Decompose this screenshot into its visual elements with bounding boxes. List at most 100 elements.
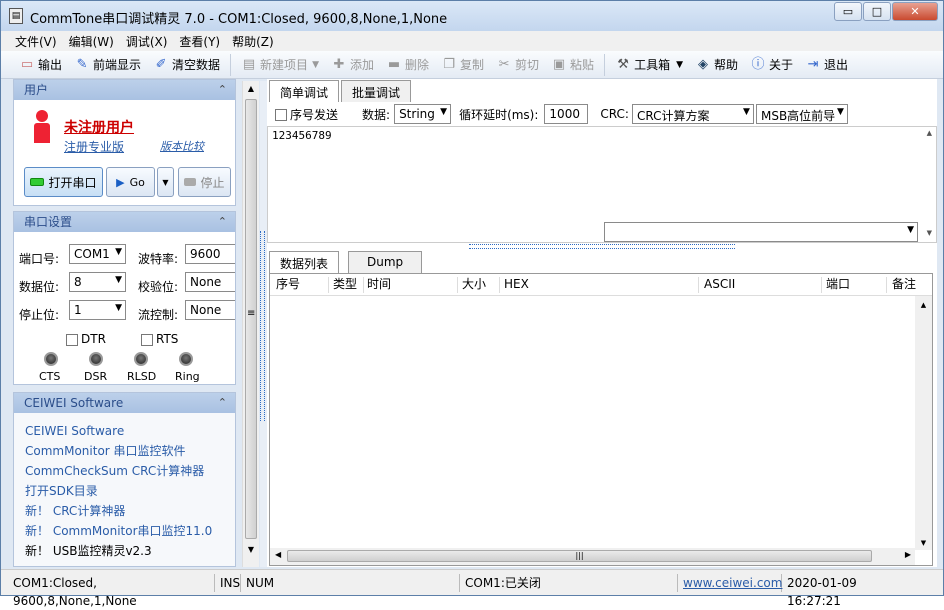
exit-icon: ⇥ — [807, 56, 819, 72]
left-scrollbar[interactable]: ▲ ▼ — [242, 81, 259, 567]
clear-data-button[interactable]: ✐ 清空数据 — [147, 53, 226, 77]
help-button[interactable]: ◈ 帮助 — [689, 53, 744, 77]
cut-button[interactable]: ✂ 剪切 — [490, 53, 545, 77]
scroll-down-icon[interactable]: ▼ — [927, 229, 932, 237]
register-pro-link[interactable]: 注册专业版 — [64, 138, 124, 155]
status-bar: COM1:Closed, 9600,8,None,1,None INS NUM … — [1, 569, 943, 608]
new-item-button[interactable]: ▤ 新建项目 ▼ — [235, 53, 325, 77]
port-select[interactable]: COM1 ▼ — [69, 244, 126, 264]
maximize-button[interactable]: □ — [863, 2, 891, 21]
menu-view[interactable]: 查看(Y) — [173, 31, 226, 51]
scroll-left-icon[interactable]: ◀ — [275, 550, 281, 559]
open-port-button[interactable]: 打开串口 — [24, 167, 103, 197]
send-text-area[interactable]: 123456789 ▼ ▲ ▼ — [267, 126, 937, 243]
website-link[interactable]: www.ceiwei.com — [678, 573, 782, 592]
status-connection: COM1:Closed, 9600,8,None,1,None — [1, 573, 215, 608]
data-type-select[interactable]: String ▼ — [394, 104, 452, 124]
collapse-icon[interactable]: ⌃ — [218, 393, 227, 413]
menu-file[interactable]: 文件(V) — [9, 31, 63, 51]
stopbits-select[interactable]: 1 ▼ — [69, 300, 126, 320]
splitter-grip-icon[interactable]: ≡ — [247, 308, 255, 319]
left-sidebar: 用户 ⌃ 未注册用户 注册专业版 版本比较 打开串口 ▶ Go ▼ 停止 串口设… — [13, 79, 236, 567]
toolbox-button[interactable]: ⚒ 工具箱 ▼ — [609, 53, 689, 77]
col-port[interactable]: 端口 — [826, 274, 850, 294]
col-time[interactable]: 时间 — [367, 274, 391, 294]
databits-select[interactable]: 8 ▼ — [69, 272, 126, 292]
dtr-checkbox[interactable]: DTR — [66, 332, 106, 346]
send-history-select[interactable]: ▼ — [604, 222, 918, 242]
version-compare-link[interactable]: 版本比较 — [160, 138, 204, 154]
flow-select[interactable]: None — [185, 300, 235, 320]
link-sdk[interactable]: 打开SDK目录 — [25, 481, 212, 501]
toolbar: ▭ 输出 ✎ 前端显示 ✐ 清空数据 ▤ 新建项目 ▼ ✚ 添加 ▬ 删除 ❐ 复制 ✂ 剪切 ▣… — [1, 51, 943, 79]
scroll-up-icon[interactable]: ▲ — [927, 129, 932, 137]
go-button[interactable]: ▶ Go — [106, 167, 155, 197]
close-button[interactable]: ✕ — [892, 2, 938, 21]
toolbox-icon: ⚒ — [617, 56, 629, 72]
scroll-right-icon[interactable]: ▶ — [905, 550, 911, 559]
scroll-up-icon[interactable]: ▲ — [243, 84, 259, 93]
minimize-button[interactable]: ▭ — [834, 2, 862, 21]
app-window: ▤ CommTone串口调试精灵 7.0 - COM1:Closed, 9600… — [0, 0, 944, 608]
exit-button[interactable]: ⇥ 退出 — [799, 53, 854, 77]
col-hex[interactable]: HEX — [504, 274, 529, 294]
scroll-down-icon[interactable]: ▼ — [243, 545, 259, 554]
link-commmonitor-11[interactable]: 新！ CommMonitor串口监控11.0 — [25, 521, 212, 541]
collapse-icon[interactable]: ⌃ — [218, 80, 227, 100]
copy-button[interactable]: ❐ 复制 — [435, 53, 490, 77]
menu-debug[interactable]: 调试(X) — [120, 31, 174, 51]
tab-data-list[interactable]: 数据列表 — [269, 251, 340, 273]
scroll-thumb[interactable] — [245, 99, 257, 539]
menu-help[interactable]: 帮助(Z) — [226, 31, 280, 51]
link-commmonitor[interactable]: CommMonitor 串口监控软件 — [25, 441, 212, 461]
output-button[interactable]: ▭ 输出 — [13, 53, 68, 77]
col-note[interactable]: 备注 — [892, 274, 916, 294]
paste-button[interactable]: ▣ 粘贴 — [545, 53, 600, 77]
msb-select[interactable]: MSB高位前导 ▼ — [755, 104, 848, 124]
parity-select[interactable]: None — [185, 272, 235, 292]
unregistered-user-link[interactable]: 未注册用户 — [64, 117, 134, 137]
book-icon: ◈ — [698, 56, 708, 72]
splitter[interactable] — [260, 81, 267, 567]
table-vscrollbar[interactable]: ▲ ▼ — [915, 296, 932, 550]
scroll-thumb[interactable]: ||| — [287, 550, 872, 562]
table-header: 序号 类型 时间 大小 HEX ASCII 端口 备注 — [270, 274, 932, 296]
crc-select[interactable]: CRC计算方案 ▼ — [631, 104, 754, 124]
col-seq[interactable]: 序号 — [276, 274, 300, 294]
serial-panel-header[interactable]: 串口设置 ⌃ — [14, 212, 235, 232]
tab-simple-debug[interactable]: 简单调试 — [269, 80, 340, 102]
scroll-up-icon[interactable]: ▲ — [915, 301, 932, 309]
baud-select[interactable]: 9600 — [185, 244, 235, 264]
loop-delay-input[interactable]: 1000 — [544, 104, 589, 124]
col-size[interactable]: 大小 — [462, 274, 486, 294]
menu-edit[interactable]: 编辑(W) — [63, 31, 120, 51]
links-panel-header[interactable]: CEIWEI Software ⌃ — [14, 393, 235, 413]
delete-button[interactable]: ▬ 删除 — [380, 53, 435, 77]
front-display-button[interactable]: ✎ 前端显示 — [68, 53, 147, 77]
tab-dump[interactable]: Dump — [348, 251, 423, 273]
go-dropdown-button[interactable]: ▼ — [157, 167, 174, 197]
horizontal-splitter[interactable] — [469, 244, 735, 249]
window-title: CommTone串口调试精灵 7.0 - COM1:Closed, 9600,8… — [30, 12, 448, 27]
seq-send-checkbox[interactable]: 序号发送 — [275, 106, 338, 123]
col-type[interactable]: 类型 — [333, 274, 357, 294]
loop-delay-label: 循环延时(ms): — [459, 107, 539, 122]
collapse-icon[interactable]: ⌃ — [218, 212, 227, 232]
tab-batch-debug[interactable]: 批量调试 — [341, 80, 412, 102]
table-hscrollbar[interactable]: ◀ ||| ▶ — [270, 548, 915, 565]
rts-checkbox[interactable]: RTS — [141, 332, 178, 346]
link-usb-monitor[interactable]: 新！ USB监控精灵v2.3 — [25, 541, 212, 561]
link-commchecksum[interactable]: CommCheckSum CRC计算神器 — [25, 461, 212, 481]
col-ascii[interactable]: ASCII — [704, 274, 735, 294]
stop-button[interactable]: 停止 — [178, 167, 231, 197]
info-icon: ⓘ — [751, 56, 765, 72]
about-button[interactable]: ⓘ 关于 — [744, 53, 799, 77]
link-ceiwei[interactable]: CEIWEI Software — [25, 421, 212, 441]
user-panel-header[interactable]: 用户 ⌃ — [14, 80, 235, 100]
options-bar: 序号发送 数据: String ▼ 循环延时(ms): 1000 CRC: CRC… — [267, 102, 937, 126]
rlsd-label: RLSD — [127, 370, 157, 383]
scroll-down-icon[interactable]: ▼ — [915, 539, 932, 547]
ring-label: Ring — [175, 370, 200, 383]
add-button[interactable]: ✚ 添加 — [325, 53, 380, 77]
link-crc[interactable]: 新！ CRC计算神器 — [25, 501, 212, 521]
